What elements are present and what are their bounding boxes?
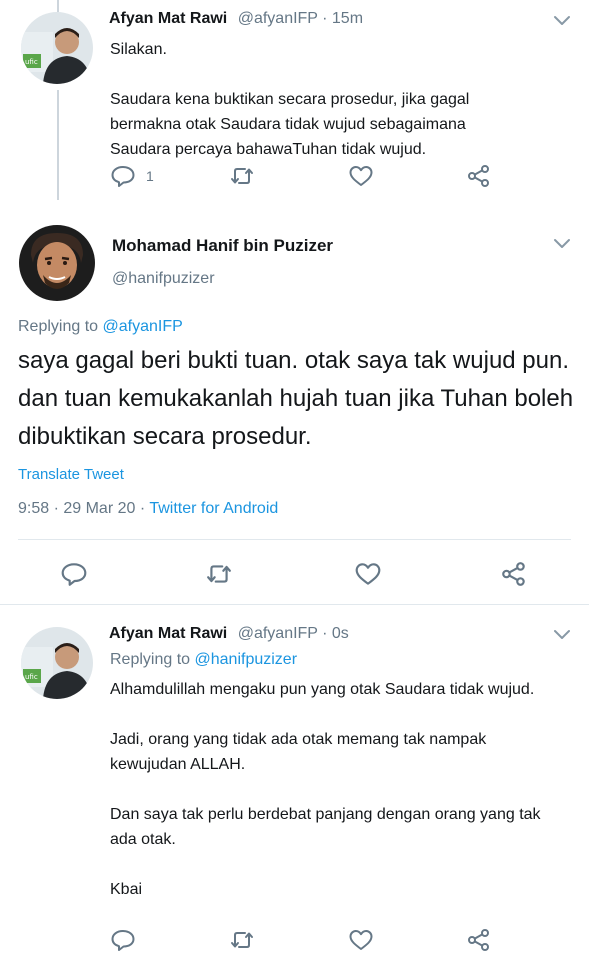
separator: · bbox=[317, 10, 332, 27]
replying-label: Replying to bbox=[18, 318, 103, 335]
retweet-icon bbox=[231, 932, 253, 948]
share-icon bbox=[502, 562, 525, 586]
tweet-1[interactable]: ufic Afyan Mat Rawi @afyanIFP · 15m Sila… bbox=[0, 0, 589, 200]
author-name[interactable]: Afyan Mat Rawi bbox=[109, 10, 227, 27]
retweet-icon bbox=[231, 168, 253, 184]
main-tweet-text: saya gagal beri bukti tuan. otak saya ta… bbox=[18, 347, 574, 450]
author-handle[interactable]: @afyanIFP bbox=[238, 625, 318, 642]
retweet-button[interactable] bbox=[230, 926, 254, 954]
reply-button[interactable] bbox=[60, 560, 88, 588]
author-name[interactable]: Mohamad Hanif bin Puzizer bbox=[112, 236, 333, 256]
replying-handle-link[interactable]: @afyanIFP bbox=[103, 318, 183, 335]
tweet-text: Alhamdulillah mengaku pun yang otak Saud… bbox=[110, 681, 541, 898]
reply-button[interactable] bbox=[110, 926, 136, 954]
reply-count: 1 bbox=[146, 168, 154, 184]
svg-text:ufic: ufic bbox=[25, 673, 38, 681]
timestamp[interactable]: 15m bbox=[332, 10, 363, 27]
chevron-down-icon[interactable] bbox=[552, 14, 572, 28]
reply-icon bbox=[61, 563, 87, 586]
retweet-button[interactable] bbox=[206, 560, 232, 588]
replying-label: Replying to bbox=[110, 651, 195, 668]
heart-icon bbox=[355, 563, 381, 585]
tweet-text: Silakan. Saudara kena buktikan secara pr… bbox=[110, 41, 470, 158]
tweet-header: Afyan Mat Rawi @afyanIFP · 0s bbox=[109, 625, 349, 643]
avatar[interactable]: ufic bbox=[21, 12, 93, 84]
replying-handle-link[interactable]: @hanifpuzizer bbox=[195, 651, 298, 668]
avatar[interactable] bbox=[19, 225, 95, 301]
share-icon bbox=[468, 165, 489, 187]
translate-tweet-link[interactable]: Translate Tweet bbox=[18, 466, 124, 483]
person-avatar-icon: ufic bbox=[21, 12, 93, 84]
like-button[interactable] bbox=[348, 162, 374, 190]
heart-icon bbox=[349, 166, 373, 186]
timestamp[interactable]: 0s bbox=[332, 625, 349, 642]
share-button[interactable] bbox=[466, 162, 492, 190]
replying-to: Replying to @afyanIFP bbox=[18, 318, 183, 336]
tweet-header: Afyan Mat Rawi @afyanIFP · 15m bbox=[109, 10, 363, 28]
author-handle[interactable]: @afyanIFP bbox=[238, 10, 318, 27]
like-button[interactable] bbox=[354, 560, 382, 588]
person-avatar-icon: ufic bbox=[21, 627, 93, 699]
share-button[interactable] bbox=[466, 926, 492, 954]
tweet-meta: 9:58 · 29 Mar 20 · Twitter for Android bbox=[18, 500, 278, 518]
replying-to: Replying to @hanifpuzizer bbox=[110, 651, 297, 669]
thread-line-top bbox=[57, 0, 59, 12]
reply-icon bbox=[111, 930, 135, 951]
avatar[interactable]: ufic bbox=[21, 627, 93, 699]
chevron-down-icon[interactable] bbox=[552, 628, 572, 642]
tweet-actions bbox=[60, 560, 540, 588]
divider bbox=[18, 539, 571, 540]
share-icon bbox=[468, 929, 489, 951]
thread-line bbox=[57, 90, 59, 200]
retweet-button[interactable] bbox=[230, 162, 254, 190]
timestamp[interactable]: 9:58 · 29 Mar 20 · bbox=[18, 500, 149, 517]
author-name[interactable]: Afyan Mat Rawi bbox=[109, 625, 227, 642]
retweet-icon bbox=[207, 565, 231, 583]
reply-button[interactable]: 1 bbox=[110, 162, 154, 190]
tweet-actions: 1 bbox=[110, 162, 550, 190]
separator: · bbox=[317, 625, 332, 642]
person-avatar-icon bbox=[19, 225, 95, 301]
svg-text:ufic: ufic bbox=[25, 58, 38, 66]
reply-icon bbox=[111, 166, 135, 187]
author-handle[interactable]: @hanifpuzizer bbox=[112, 270, 215, 288]
share-button[interactable] bbox=[500, 560, 528, 588]
like-button[interactable] bbox=[348, 926, 374, 954]
chevron-down-icon[interactable] bbox=[552, 237, 572, 251]
source-link[interactable]: Twitter for Android bbox=[149, 500, 278, 517]
tweet-actions bbox=[110, 926, 550, 954]
heart-icon bbox=[349, 930, 373, 950]
